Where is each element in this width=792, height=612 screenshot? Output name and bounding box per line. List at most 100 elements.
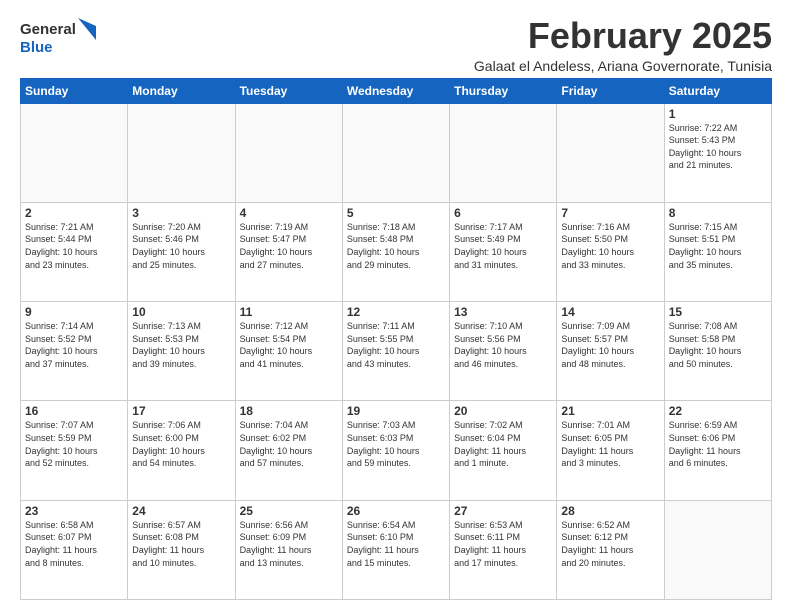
table-row: 19Sunrise: 7:03 AM Sunset: 6:03 PM Dayli…: [342, 401, 449, 500]
day-number: 10: [132, 305, 230, 319]
col-wednesday: Wednesday: [342, 78, 449, 103]
logo-icon: [78, 18, 96, 40]
table-row: 9Sunrise: 7:14 AM Sunset: 5:52 PM Daylig…: [21, 302, 128, 401]
location-subtitle: Galaat el Andeless, Ariana Governorate, …: [474, 58, 772, 74]
page: General Blue February 2025 Galaat el And…: [0, 0, 792, 612]
table-row: 10Sunrise: 7:13 AM Sunset: 5:53 PM Dayli…: [128, 302, 235, 401]
day-number: 21: [561, 404, 659, 418]
day-info: Sunrise: 6:53 AM Sunset: 6:11 PM Dayligh…: [454, 519, 552, 569]
table-row: 28Sunrise: 6:52 AM Sunset: 6:12 PM Dayli…: [557, 500, 664, 599]
table-row: [128, 103, 235, 202]
day-info: Sunrise: 7:01 AM Sunset: 6:05 PM Dayligh…: [561, 419, 659, 469]
day-info: Sunrise: 7:02 AM Sunset: 6:04 PM Dayligh…: [454, 419, 552, 469]
table-row: 20Sunrise: 7:02 AM Sunset: 6:04 PM Dayli…: [450, 401, 557, 500]
day-info: Sunrise: 6:56 AM Sunset: 6:09 PM Dayligh…: [240, 519, 338, 569]
day-info: Sunrise: 7:19 AM Sunset: 5:47 PM Dayligh…: [240, 221, 338, 271]
col-tuesday: Tuesday: [235, 78, 342, 103]
table-row: 12Sunrise: 7:11 AM Sunset: 5:55 PM Dayli…: [342, 302, 449, 401]
table-row: [342, 103, 449, 202]
day-info: Sunrise: 7:04 AM Sunset: 6:02 PM Dayligh…: [240, 419, 338, 469]
calendar-week-row: 2Sunrise: 7:21 AM Sunset: 5:44 PM Daylig…: [21, 202, 772, 301]
table-row: [235, 103, 342, 202]
table-row: 2Sunrise: 7:21 AM Sunset: 5:44 PM Daylig…: [21, 202, 128, 301]
logo-blue-text: Blue: [20, 40, 96, 57]
col-thursday: Thursday: [450, 78, 557, 103]
table-row: 27Sunrise: 6:53 AM Sunset: 6:11 PM Dayli…: [450, 500, 557, 599]
day-info: Sunrise: 7:20 AM Sunset: 5:46 PM Dayligh…: [132, 221, 230, 271]
table-row: 22Sunrise: 6:59 AM Sunset: 6:06 PM Dayli…: [664, 401, 771, 500]
table-row: [450, 103, 557, 202]
day-info: Sunrise: 7:21 AM Sunset: 5:44 PM Dayligh…: [25, 221, 123, 271]
day-info: Sunrise: 6:58 AM Sunset: 6:07 PM Dayligh…: [25, 519, 123, 569]
table-row: 23Sunrise: 6:58 AM Sunset: 6:07 PM Dayli…: [21, 500, 128, 599]
day-info: Sunrise: 7:22 AM Sunset: 5:43 PM Dayligh…: [669, 122, 767, 172]
day-info: Sunrise: 7:06 AM Sunset: 6:00 PM Dayligh…: [132, 419, 230, 469]
day-info: Sunrise: 6:52 AM Sunset: 6:12 PM Dayligh…: [561, 519, 659, 569]
day-info: Sunrise: 7:14 AM Sunset: 5:52 PM Dayligh…: [25, 320, 123, 370]
col-sunday: Sunday: [21, 78, 128, 103]
day-number: 12: [347, 305, 445, 319]
table-row: 14Sunrise: 7:09 AM Sunset: 5:57 PM Dayli…: [557, 302, 664, 401]
day-number: 15: [669, 305, 767, 319]
day-info: Sunrise: 7:17 AM Sunset: 5:49 PM Dayligh…: [454, 221, 552, 271]
day-number: 9: [25, 305, 123, 319]
day-number: 22: [669, 404, 767, 418]
day-info: Sunrise: 6:59 AM Sunset: 6:06 PM Dayligh…: [669, 419, 767, 469]
day-number: 26: [347, 504, 445, 518]
day-number: 19: [347, 404, 445, 418]
table-row: 11Sunrise: 7:12 AM Sunset: 5:54 PM Dayli…: [235, 302, 342, 401]
col-saturday: Saturday: [664, 78, 771, 103]
day-number: 27: [454, 504, 552, 518]
table-row: 18Sunrise: 7:04 AM Sunset: 6:02 PM Dayli…: [235, 401, 342, 500]
table-row: 3Sunrise: 7:20 AM Sunset: 5:46 PM Daylig…: [128, 202, 235, 301]
day-info: Sunrise: 7:16 AM Sunset: 5:50 PM Dayligh…: [561, 221, 659, 271]
table-row: 21Sunrise: 7:01 AM Sunset: 6:05 PM Dayli…: [557, 401, 664, 500]
table-row: 16Sunrise: 7:07 AM Sunset: 5:59 PM Dayli…: [21, 401, 128, 500]
day-info: Sunrise: 7:15 AM Sunset: 5:51 PM Dayligh…: [669, 221, 767, 271]
day-info: Sunrise: 7:07 AM Sunset: 5:59 PM Dayligh…: [25, 419, 123, 469]
day-number: 6: [454, 206, 552, 220]
day-info: Sunrise: 7:08 AM Sunset: 5:58 PM Dayligh…: [669, 320, 767, 370]
day-number: 5: [347, 206, 445, 220]
day-info: Sunrise: 7:10 AM Sunset: 5:56 PM Dayligh…: [454, 320, 552, 370]
day-number: 17: [132, 404, 230, 418]
table-row: 1Sunrise: 7:22 AM Sunset: 5:43 PM Daylig…: [664, 103, 771, 202]
calendar-header-row: Sunday Monday Tuesday Wednesday Thursday…: [21, 78, 772, 103]
header: General Blue February 2025 Galaat el And…: [20, 16, 772, 74]
day-info: Sunrise: 6:54 AM Sunset: 6:10 PM Dayligh…: [347, 519, 445, 569]
table-row: 6Sunrise: 7:17 AM Sunset: 5:49 PM Daylig…: [450, 202, 557, 301]
table-row: 17Sunrise: 7:06 AM Sunset: 6:00 PM Dayli…: [128, 401, 235, 500]
day-info: Sunrise: 7:18 AM Sunset: 5:48 PM Dayligh…: [347, 221, 445, 271]
day-number: 8: [669, 206, 767, 220]
table-row: 25Sunrise: 6:56 AM Sunset: 6:09 PM Dayli…: [235, 500, 342, 599]
day-number: 3: [132, 206, 230, 220]
day-info: Sunrise: 7:11 AM Sunset: 5:55 PM Dayligh…: [347, 320, 445, 370]
calendar-week-row: 1Sunrise: 7:22 AM Sunset: 5:43 PM Daylig…: [21, 103, 772, 202]
calendar-week-row: 23Sunrise: 6:58 AM Sunset: 6:07 PM Dayli…: [21, 500, 772, 599]
day-number: 14: [561, 305, 659, 319]
table-row: 26Sunrise: 6:54 AM Sunset: 6:10 PM Dayli…: [342, 500, 449, 599]
day-number: 2: [25, 206, 123, 220]
table-row: 7Sunrise: 7:16 AM Sunset: 5:50 PM Daylig…: [557, 202, 664, 301]
table-row: 13Sunrise: 7:10 AM Sunset: 5:56 PM Dayli…: [450, 302, 557, 401]
day-number: 20: [454, 404, 552, 418]
table-row: 8Sunrise: 7:15 AM Sunset: 5:51 PM Daylig…: [664, 202, 771, 301]
table-row: [664, 500, 771, 599]
day-info: Sunrise: 6:57 AM Sunset: 6:08 PM Dayligh…: [132, 519, 230, 569]
day-number: 25: [240, 504, 338, 518]
calendar-week-row: 9Sunrise: 7:14 AM Sunset: 5:52 PM Daylig…: [21, 302, 772, 401]
day-info: Sunrise: 7:12 AM Sunset: 5:54 PM Dayligh…: [240, 320, 338, 370]
table-row: [557, 103, 664, 202]
day-number: 1: [669, 107, 767, 121]
table-row: 24Sunrise: 6:57 AM Sunset: 6:08 PM Dayli…: [128, 500, 235, 599]
day-number: 18: [240, 404, 338, 418]
calendar-table: Sunday Monday Tuesday Wednesday Thursday…: [20, 78, 772, 600]
table-row: [21, 103, 128, 202]
logo: General Blue: [20, 20, 96, 57]
table-row: 5Sunrise: 7:18 AM Sunset: 5:48 PM Daylig…: [342, 202, 449, 301]
day-number: 28: [561, 504, 659, 518]
table-row: 4Sunrise: 7:19 AM Sunset: 5:47 PM Daylig…: [235, 202, 342, 301]
day-number: 24: [132, 504, 230, 518]
day-number: 16: [25, 404, 123, 418]
day-number: 7: [561, 206, 659, 220]
